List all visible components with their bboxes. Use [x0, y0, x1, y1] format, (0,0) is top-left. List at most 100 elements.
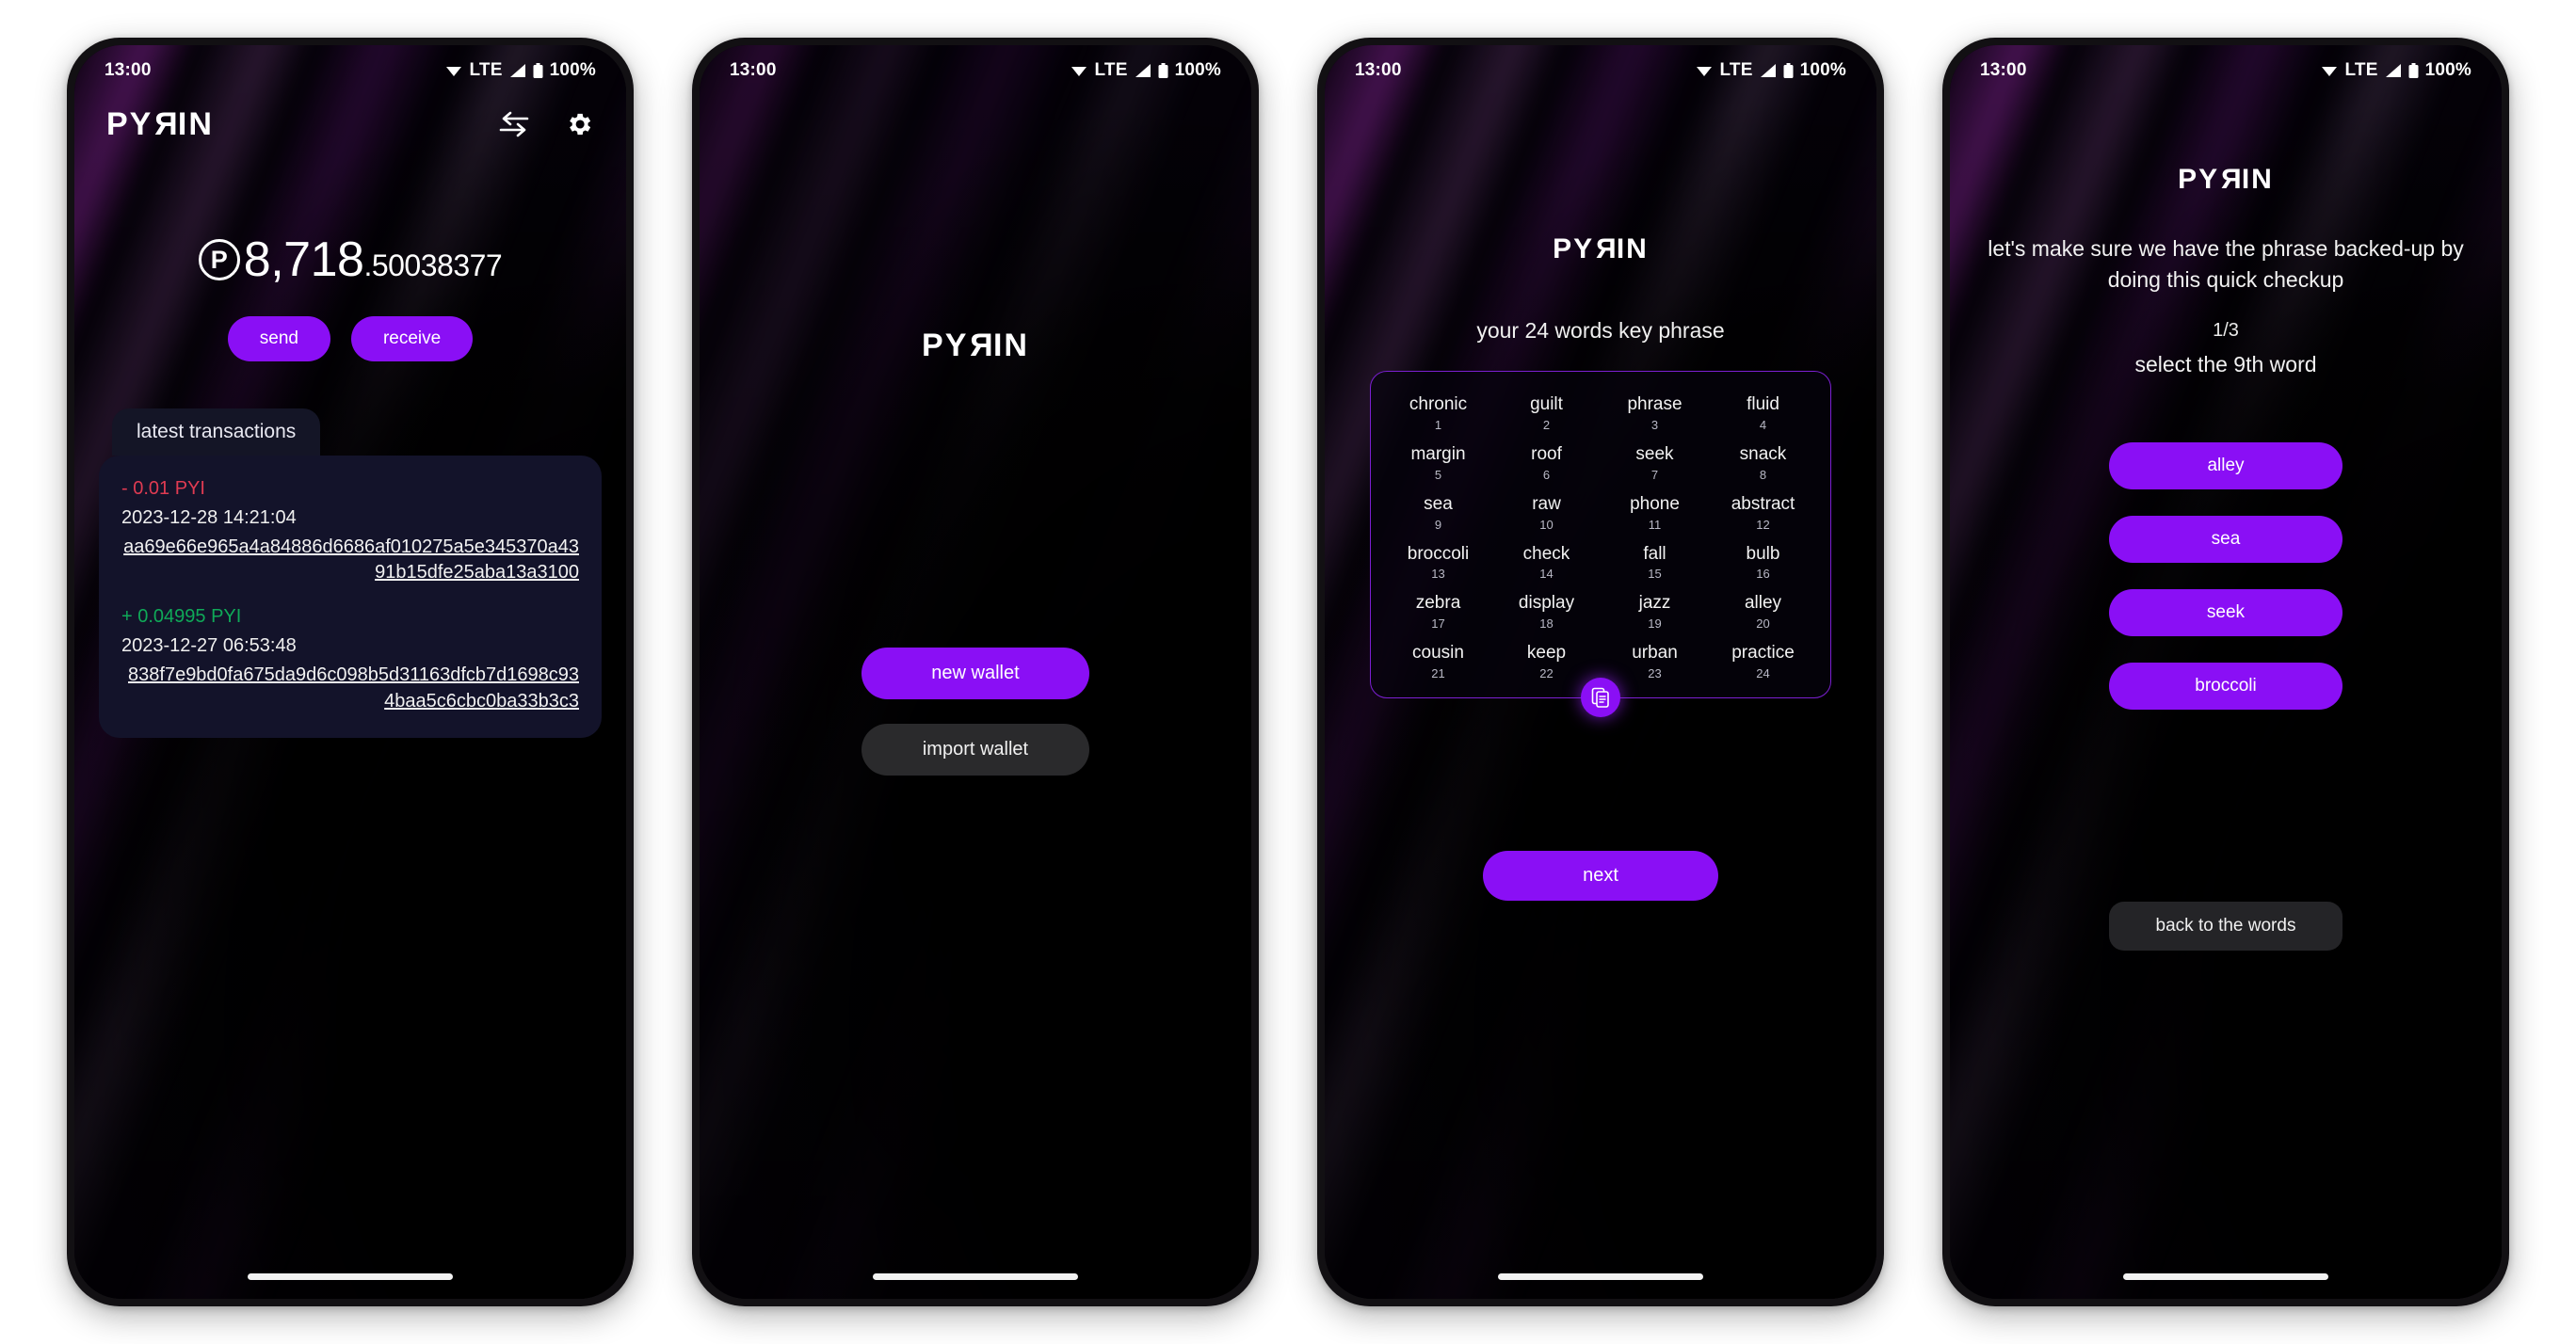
seed-word-cell: practice 24 — [1709, 643, 1817, 680]
seed-word-index: 1 — [1434, 417, 1442, 432]
seed-word-index: 5 — [1434, 467, 1442, 482]
status-bar: 13:00 LTE 100% — [74, 45, 626, 96]
wallet-actions: send receive — [74, 316, 626, 361]
status-bar: 13:00 LTE 100% — [1325, 45, 1876, 96]
transaction-row[interactable]: - 0.05 PYI 2023-12-27 06:47:58 4e3ac4eb6… — [121, 735, 579, 738]
seed-word-index: 15 — [1648, 567, 1662, 582]
battery-icon — [2408, 62, 2419, 78]
balance: P 8,718 .50038377 — [74, 232, 626, 288]
brand-logo-center: PY R IN — [1950, 164, 2502, 196]
balance-decimal: .50038377 — [363, 248, 503, 282]
brand-logo-center: PY R IN — [1325, 233, 1876, 265]
seed-word: urban — [1632, 643, 1678, 664]
gear-icon[interactable] — [564, 109, 594, 139]
transaction-date: 2023-12-27 06:53:48 — [121, 635, 297, 657]
battery-icon — [533, 62, 543, 78]
seed-word: cousin — [1412, 643, 1464, 664]
status-network: LTE — [1719, 60, 1753, 80]
send-button[interactable]: send — [227, 316, 330, 361]
phrase-subtitle: your 24 words key phrase — [1476, 318, 1725, 343]
battery-icon — [1158, 62, 1168, 78]
swap-icon[interactable] — [498, 110, 530, 138]
seed-word-cell: roof 6 — [1492, 444, 1601, 482]
balance-integer: 8,718 — [243, 232, 364, 287]
status-time: 13:00 — [1980, 60, 2027, 80]
checkup-lead: let's make sure we have the phrase backe… — [1988, 236, 2464, 292]
seed-word: alley — [1744, 593, 1782, 614]
status-battery: 100% — [1174, 60, 1221, 80]
choice-button[interactable]: alley — [2109, 442, 2343, 489]
seed-word: jazz — [1638, 593, 1671, 614]
home-indicator — [873, 1273, 1078, 1280]
transactions-card[interactable]: - 0.01 PYI 2023-12-28 14:21:04 aa69e66e9… — [99, 456, 602, 738]
screen-key-phrase: 13:00 LTE 100% PY R IN your 24 words key p… — [1325, 45, 1876, 1299]
phone-key-phrase: 13:00 LTE 100% PY R IN your 24 words key p… — [1317, 38, 1884, 1306]
seed-word: check — [1522, 543, 1570, 564]
welcome-actions: new wallet import wallet — [700, 648, 1251, 776]
checkup-prompt: select the 9th word — [2134, 352, 2317, 376]
signal-icon — [509, 64, 525, 77]
seed-word: snack — [1739, 443, 1787, 464]
transaction-row[interactable]: + 0.04995 PYI 2023-12-27 06:53:48 838f7e… — [121, 606, 579, 713]
status-network: LTE — [1094, 60, 1128, 80]
brand-logo: PY R IN — [1553, 233, 1649, 264]
transaction-date: 2023-12-28 14:21:04 — [121, 507, 297, 528]
seed-word-index: 17 — [1431, 616, 1445, 632]
seed-word-cell: sea 9 — [1384, 494, 1492, 532]
wifi-icon — [1696, 67, 1712, 76]
choice-button[interactable]: seek — [2109, 589, 2343, 636]
signal-icon — [1760, 64, 1776, 77]
seed-word-cell: check 14 — [1492, 544, 1601, 582]
new-wallet-button[interactable]: new wallet — [861, 648, 1089, 699]
status-network: LTE — [2344, 60, 2378, 80]
home-indicator — [248, 1273, 453, 1280]
checkup-step: 1/3 — [2213, 320, 2239, 341]
brand-logo: PY R IN — [2178, 164, 2274, 195]
copy-icon[interactable] — [1581, 678, 1620, 718]
phone-wallet: 13:00 LTE 100% PY R IN P 8,718 .50038377… — [67, 38, 634, 1306]
transaction-hash[interactable]: 838f7e9bd0fa675da9d6c098b5d31163dfcb7d16… — [121, 663, 579, 713]
home-indicator — [1498, 1273, 1703, 1280]
receive-button[interactable]: receive — [350, 316, 474, 361]
choice-button[interactable]: sea — [2109, 516, 2343, 563]
seed-word: phone — [1630, 493, 1680, 514]
signal-icon — [1135, 64, 1151, 77]
phone-checkup: 13:00 LTE 100% PY R IN let's make sure we … — [1942, 38, 2509, 1306]
checkup-choices: alley sea seek broccoli — [1950, 442, 2502, 710]
transaction-amount: + 0.04995 PYI — [121, 606, 242, 628]
seed-word-cell: display 18 — [1492, 593, 1601, 631]
transaction-hash[interactable]: aa69e66e965a4a84886d6686af010275a5e34537… — [121, 535, 579, 585]
status-bar: 13:00 LTE 100% — [700, 45, 1251, 96]
seed-word-index: 22 — [1539, 666, 1554, 681]
seed-word-index: 20 — [1756, 616, 1770, 632]
seed-word-index: 19 — [1648, 616, 1662, 632]
back-to-words-button[interactable]: back to the words — [2109, 902, 2343, 952]
seed-word-index: 24 — [1756, 666, 1770, 681]
seed-word-cell: alley 20 — [1709, 593, 1817, 631]
seed-word: keep — [1526, 643, 1567, 664]
seed-word-cell: phone 11 — [1601, 494, 1709, 532]
seed-word-index: 18 — [1539, 616, 1554, 632]
seed-word-cell: bulb 16 — [1709, 544, 1817, 582]
seed-word-cell: abstract 12 — [1709, 494, 1817, 532]
seed-word-cell: broccoli 13 — [1384, 544, 1492, 582]
status-time: 13:00 — [730, 60, 777, 80]
brand-logo-center: PY R IN — [700, 328, 1251, 364]
screen-wallet: 13:00 LTE 100% PY R IN P 8,718 .50038377… — [74, 45, 626, 1299]
seed-word-cell: snack 8 — [1709, 444, 1817, 482]
status-time: 13:00 — [1355, 60, 1402, 80]
seed-word-cell: seek 7 — [1601, 444, 1709, 482]
seed-word-index: 9 — [1434, 517, 1442, 532]
seed-word: guilt — [1530, 394, 1563, 414]
choice-button[interactable]: broccoli — [2109, 663, 2343, 710]
seed-word: practice — [1731, 643, 1795, 664]
coin-icon: P — [198, 239, 240, 280]
transaction-amount: - 0.05 PYI — [121, 735, 579, 738]
transaction-row[interactable]: - 0.01 PYI 2023-12-28 14:21:04 aa69e66e9… — [121, 478, 579, 585]
phrase-next-row: next — [1325, 851, 1876, 901]
seed-word: sea — [1424, 493, 1453, 514]
import-wallet-button[interactable]: import wallet — [861, 724, 1089, 776]
seed-word: bulb — [1746, 543, 1780, 564]
wifi-icon — [2321, 67, 2337, 76]
next-button[interactable]: next — [1483, 851, 1718, 901]
